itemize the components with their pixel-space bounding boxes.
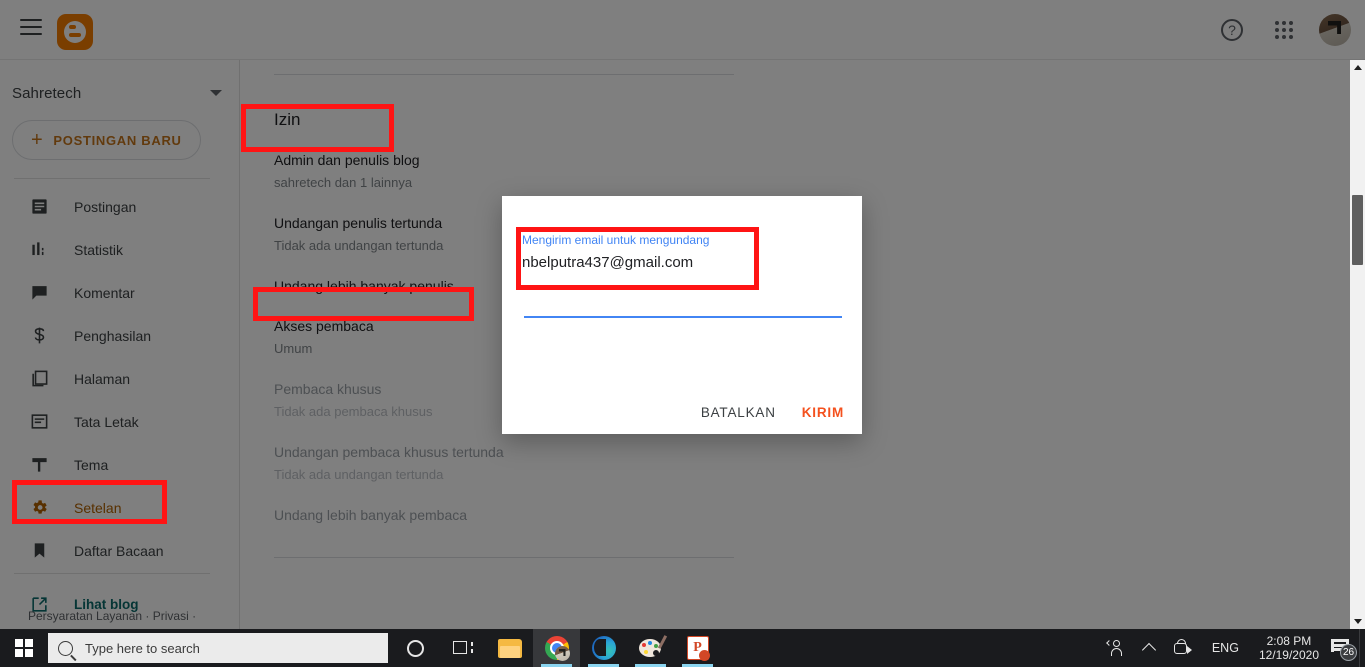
powerpoint-icon[interactable]: P: [674, 629, 721, 667]
email-field-label: Mengirim email untuk mengundang: [522, 233, 710, 247]
notification-icon[interactable]: 26: [1329, 637, 1357, 661]
scroll-down-arrow[interactable]: [1350, 614, 1365, 629]
search-icon: [58, 640, 73, 656]
email-input[interactable]: nbelputra437@gmail.com: [522, 250, 842, 276]
language-indicator[interactable]: ENG: [1202, 641, 1249, 655]
send-button[interactable]: KIRIM: [802, 405, 844, 420]
screen: ? Sahretech + POSTINGAN BARU: [0, 0, 1365, 667]
clock-date: 12/19/2020: [1258, 648, 1319, 662]
scroll-up-arrow[interactable]: [1350, 60, 1365, 75]
scrollbar-thumb[interactable]: [1352, 195, 1363, 265]
show-desktop-button[interactable]: [1359, 629, 1365, 667]
search-placeholder: Type here to search: [85, 640, 200, 656]
chevron-up-icon[interactable]: [1134, 629, 1164, 667]
paint-icon[interactable]: [627, 629, 674, 667]
page-scrollbar[interactable]: [1350, 60, 1365, 629]
chrome-icon[interactable]: [533, 629, 580, 667]
windows-taskbar: Type here to search P ENG 2:08 PM 12/19/…: [0, 629, 1365, 667]
task-view-icon[interactable]: [439, 629, 486, 667]
windows-start-icon[interactable]: [0, 629, 48, 667]
taskbar-items: P: [392, 629, 721, 667]
camera-icon[interactable]: [1164, 629, 1202, 667]
cortana-icon[interactable]: [392, 629, 439, 667]
notification-count: 26: [1340, 644, 1357, 661]
cancel-button[interactable]: BATALKAN: [701, 405, 776, 420]
email-input-underline: [524, 316, 842, 318]
file-explorer-icon[interactable]: [486, 629, 533, 667]
edge-icon[interactable]: [580, 629, 627, 667]
people-icon[interactable]: [1097, 629, 1134, 667]
search-input[interactable]: Type here to search: [48, 633, 388, 663]
clock[interactable]: 2:08 PM 12/19/2020: [1249, 634, 1329, 662]
invite-writer-dialog: Mengirim email untuk mengundang nbelputr…: [502, 196, 862, 434]
dialog-actions: BATALKAN KIRIM: [701, 405, 844, 420]
clock-time: 2:08 PM: [1266, 634, 1312, 648]
email-input-group[interactable]: Mengirim email untuk mengundang nbelputr…: [522, 232, 842, 276]
system-tray: ENG 2:08 PM 12/19/2020 26: [1097, 629, 1365, 667]
